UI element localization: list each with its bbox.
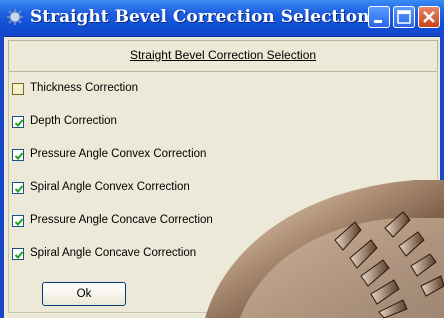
title-bar[interactable]: Straight Bevel Correction Selection <box>0 0 444 37</box>
dialog-window: Straight Bevel Correction Selection Stra… <box>0 0 444 318</box>
thickness-correction-checkbox[interactable] <box>12 83 24 95</box>
spiral-angle-concave-checkbox[interactable] <box>12 248 24 260</box>
header-label: Straight Bevel Correction Selection <box>129 48 317 62</box>
window-title: Straight Bevel Correction Selection <box>30 7 370 27</box>
app-icon <box>6 8 24 26</box>
header-group: Straight Bevel Correction Selection <box>8 40 438 72</box>
close-button[interactable] <box>418 6 440 28</box>
minimize-icon <box>374 20 382 23</box>
maximize-icon <box>397 10 411 24</box>
minimize-button[interactable] <box>368 6 390 28</box>
checkmark-icon <box>14 218 24 226</box>
ok-button[interactable]: Ok <box>42 282 126 306</box>
checkmark-icon <box>14 251 24 259</box>
option-label: Thickness Correction <box>30 82 139 94</box>
checkmark-icon <box>14 185 24 193</box>
option-label: Depth Correction <box>30 115 117 127</box>
pressure-angle-concave-checkbox[interactable] <box>12 215 24 227</box>
pressure-angle-convex-checkbox[interactable] <box>12 149 24 161</box>
option-label: Spiral Angle Convex Correction <box>30 181 190 193</box>
maximize-button[interactable] <box>393 6 415 28</box>
close-icon <box>423 11 435 23</box>
option-label: Pressure Angle Convex Correction <box>30 148 207 160</box>
depth-correction-checkbox[interactable] <box>12 116 24 128</box>
checkmark-icon <box>14 152 24 160</box>
spiral-angle-convex-checkbox[interactable] <box>12 182 24 194</box>
option-label: Spiral Angle Concave Correction <box>30 247 197 259</box>
bevel-gear-image <box>205 180 444 318</box>
window-frame-left <box>0 36 4 318</box>
checkmark-icon <box>14 119 24 127</box>
